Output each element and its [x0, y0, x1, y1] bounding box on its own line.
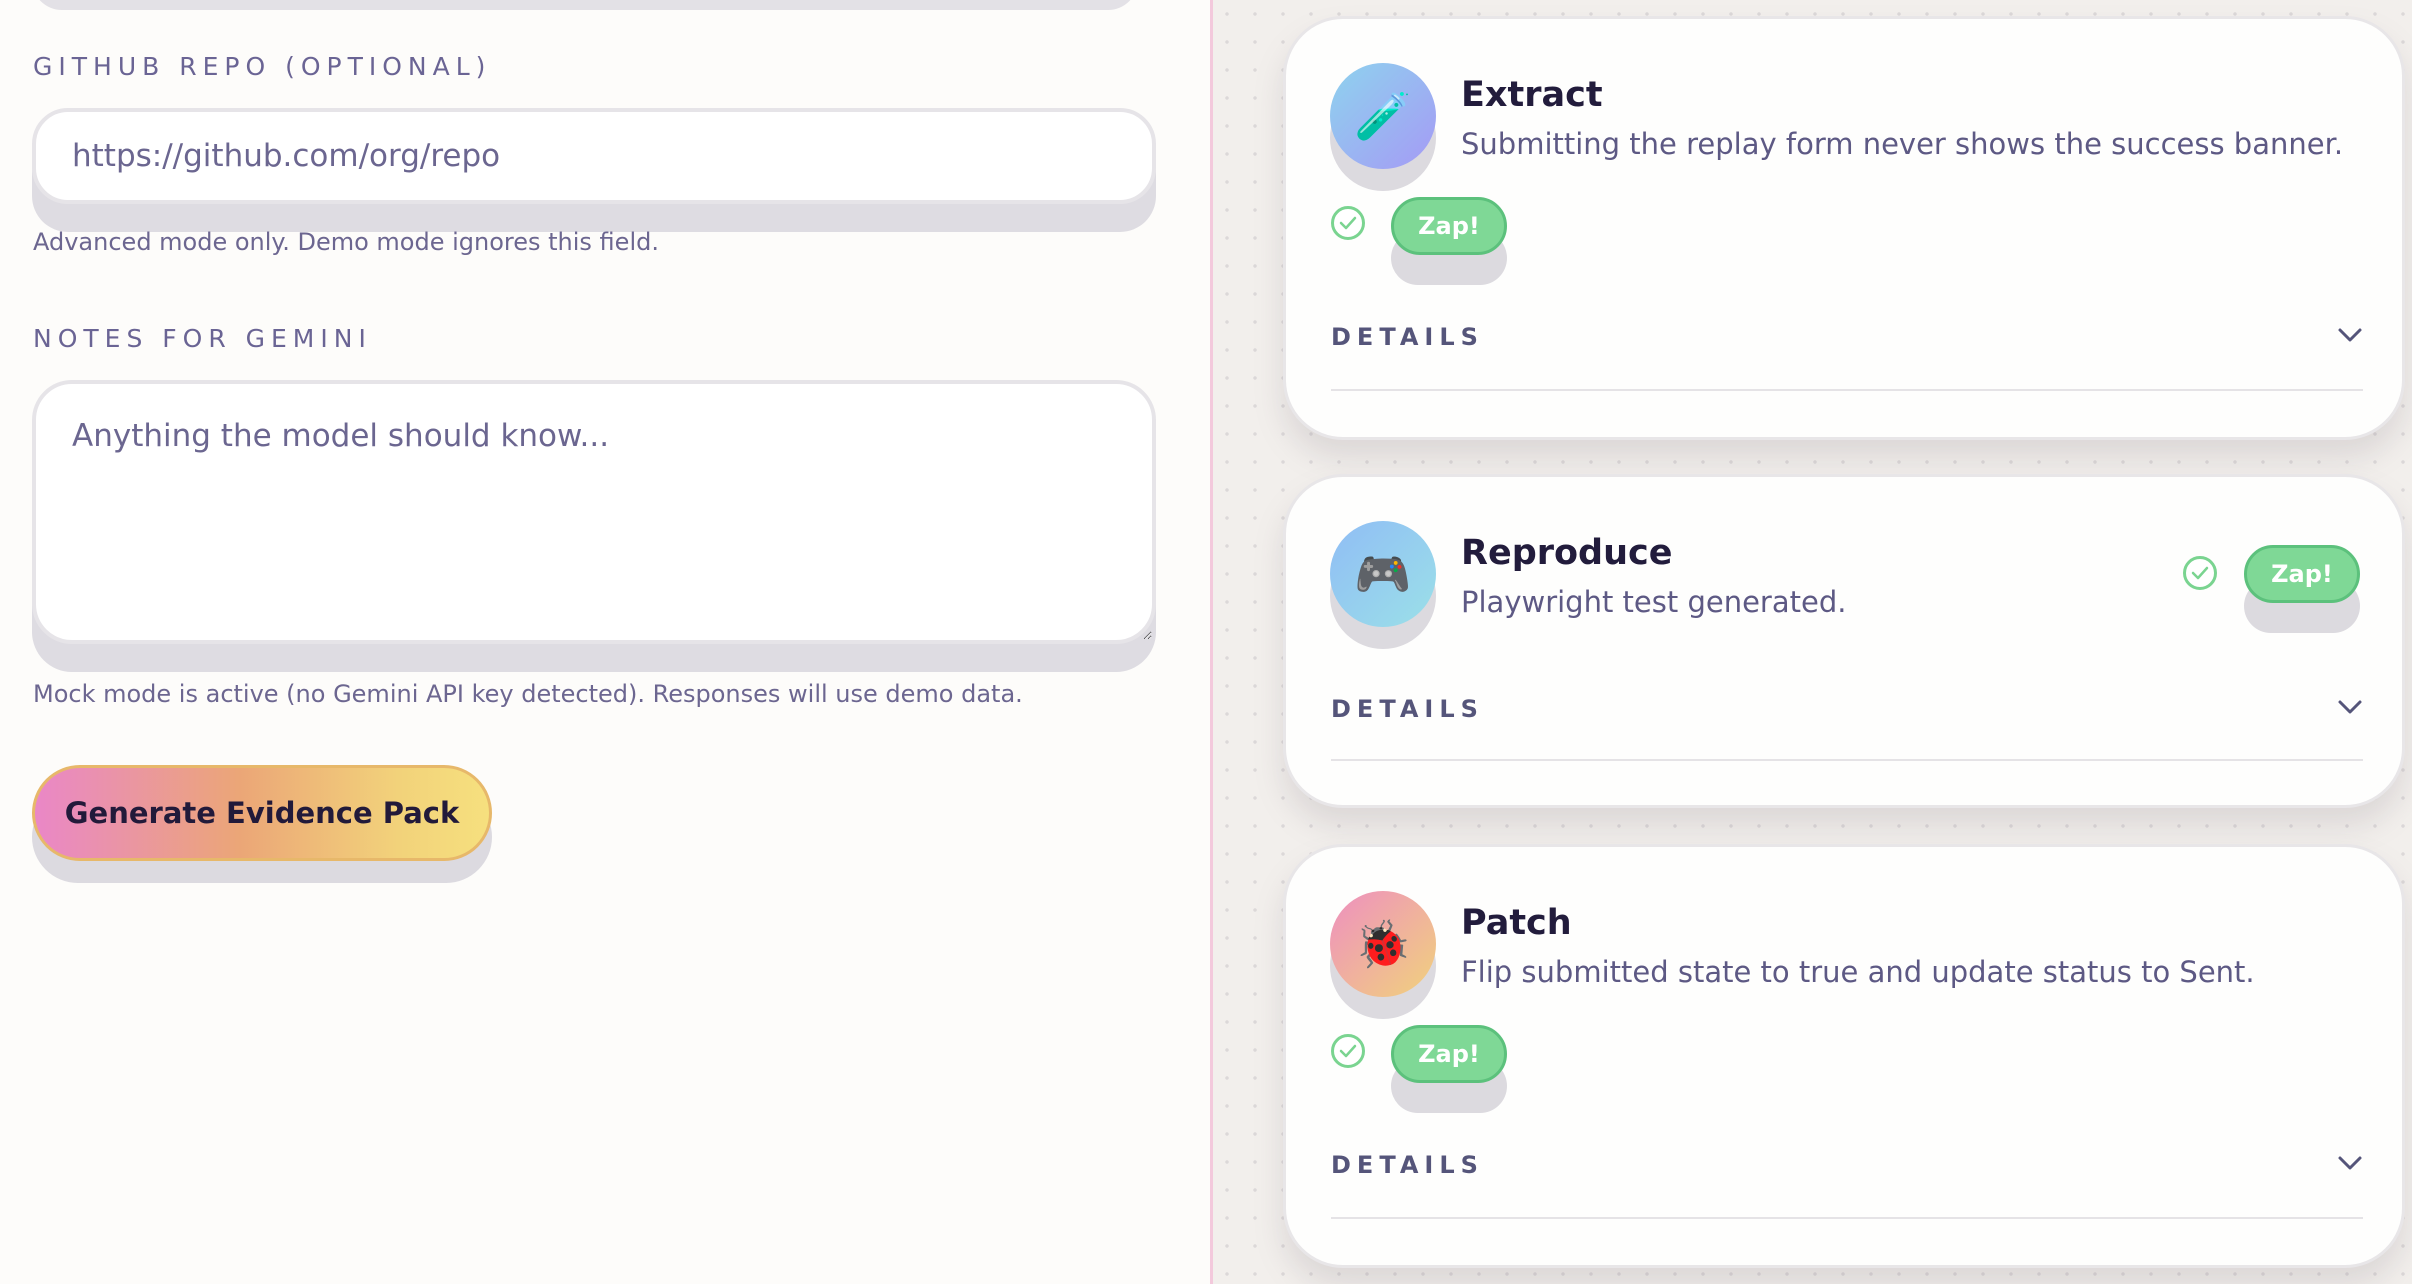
details-toggle[interactable]: DETAILS: [1331, 687, 2363, 731]
zap-button-wrap: Zap!: [2244, 545, 2360, 635]
details-divider: [1331, 759, 2363, 761]
details-toggle[interactable]: DETAILS: [1331, 315, 2363, 359]
mock-mode-hint: Mock mode is active (no Gemini API key d…: [33, 680, 1023, 708]
zap-button-wrap: Zap!: [1391, 1025, 1507, 1115]
details-divider: [1331, 1217, 2363, 1219]
step-title: Reproduce: [1461, 533, 1673, 573]
step-description: Playwright test generated.: [1461, 585, 1847, 619]
generate-button-wrap: Generate Evidence Pack: [32, 765, 492, 883]
notes-field-wrap: [32, 380, 1156, 672]
generate-evidence-pack-button[interactable]: Generate Evidence Pack: [32, 765, 492, 861]
previous-field-stub: [32, 0, 1138, 10]
test-tube-icon: 🧪: [1330, 63, 1436, 169]
step-card-reproduce: 🎮 Reproduce Playwright test generated. Z…: [1283, 474, 2405, 808]
step-description: Submitting the replay form never shows t…: [1461, 127, 2344, 161]
chevron-down-icon: [2337, 327, 2363, 347]
step-card-patch: 🐞 Patch Flip submitted state to true and…: [1283, 844, 2405, 1268]
check-circle-icon: [1331, 206, 1365, 240]
github-repo-label: GITHUB REPO (OPTIONAL): [33, 52, 492, 81]
check-circle-icon: [1331, 1034, 1365, 1068]
notes-textarea[interactable]: [32, 380, 1156, 644]
check-circle-icon: [2183, 556, 2217, 590]
chevron-down-icon: [2337, 699, 2363, 719]
gamepad-icon: 🎮: [1330, 521, 1436, 627]
step-card-extract: 🧪 Extract Submitting the replay form nev…: [1283, 16, 2405, 440]
details-toggle[interactable]: DETAILS: [1331, 1143, 2363, 1187]
notes-label: NOTES FOR GEMINI: [33, 324, 372, 353]
zap-button[interactable]: Zap!: [1391, 197, 1507, 255]
evidence-form-panel: GITHUB REPO (OPTIONAL) Advanced mode onl…: [0, 0, 1210, 1284]
chevron-down-icon: [2337, 1155, 2363, 1175]
step-description: Flip submitted state to true and update …: [1461, 955, 2255, 989]
step-title: Patch: [1461, 903, 1572, 943]
github-repo-field-wrap: [32, 108, 1156, 232]
github-repo-input[interactable]: [32, 108, 1156, 204]
step-title: Extract: [1461, 75, 1603, 115]
details-label: DETAILS: [1331, 323, 1484, 351]
ladybug-icon: 🐞: [1330, 891, 1436, 997]
zap-button-wrap: Zap!: [1391, 197, 1507, 287]
github-repo-hint: Advanced mode only. Demo mode ignores th…: [33, 228, 659, 256]
zap-button[interactable]: Zap!: [1391, 1025, 1507, 1083]
details-divider: [1331, 389, 2363, 391]
details-label: DETAILS: [1331, 695, 1484, 723]
pipeline-steps-panel: 🧪 Extract Submitting the replay form nev…: [1213, 0, 2412, 1284]
zap-button[interactable]: Zap!: [2244, 545, 2360, 603]
details-label: DETAILS: [1331, 1151, 1484, 1179]
